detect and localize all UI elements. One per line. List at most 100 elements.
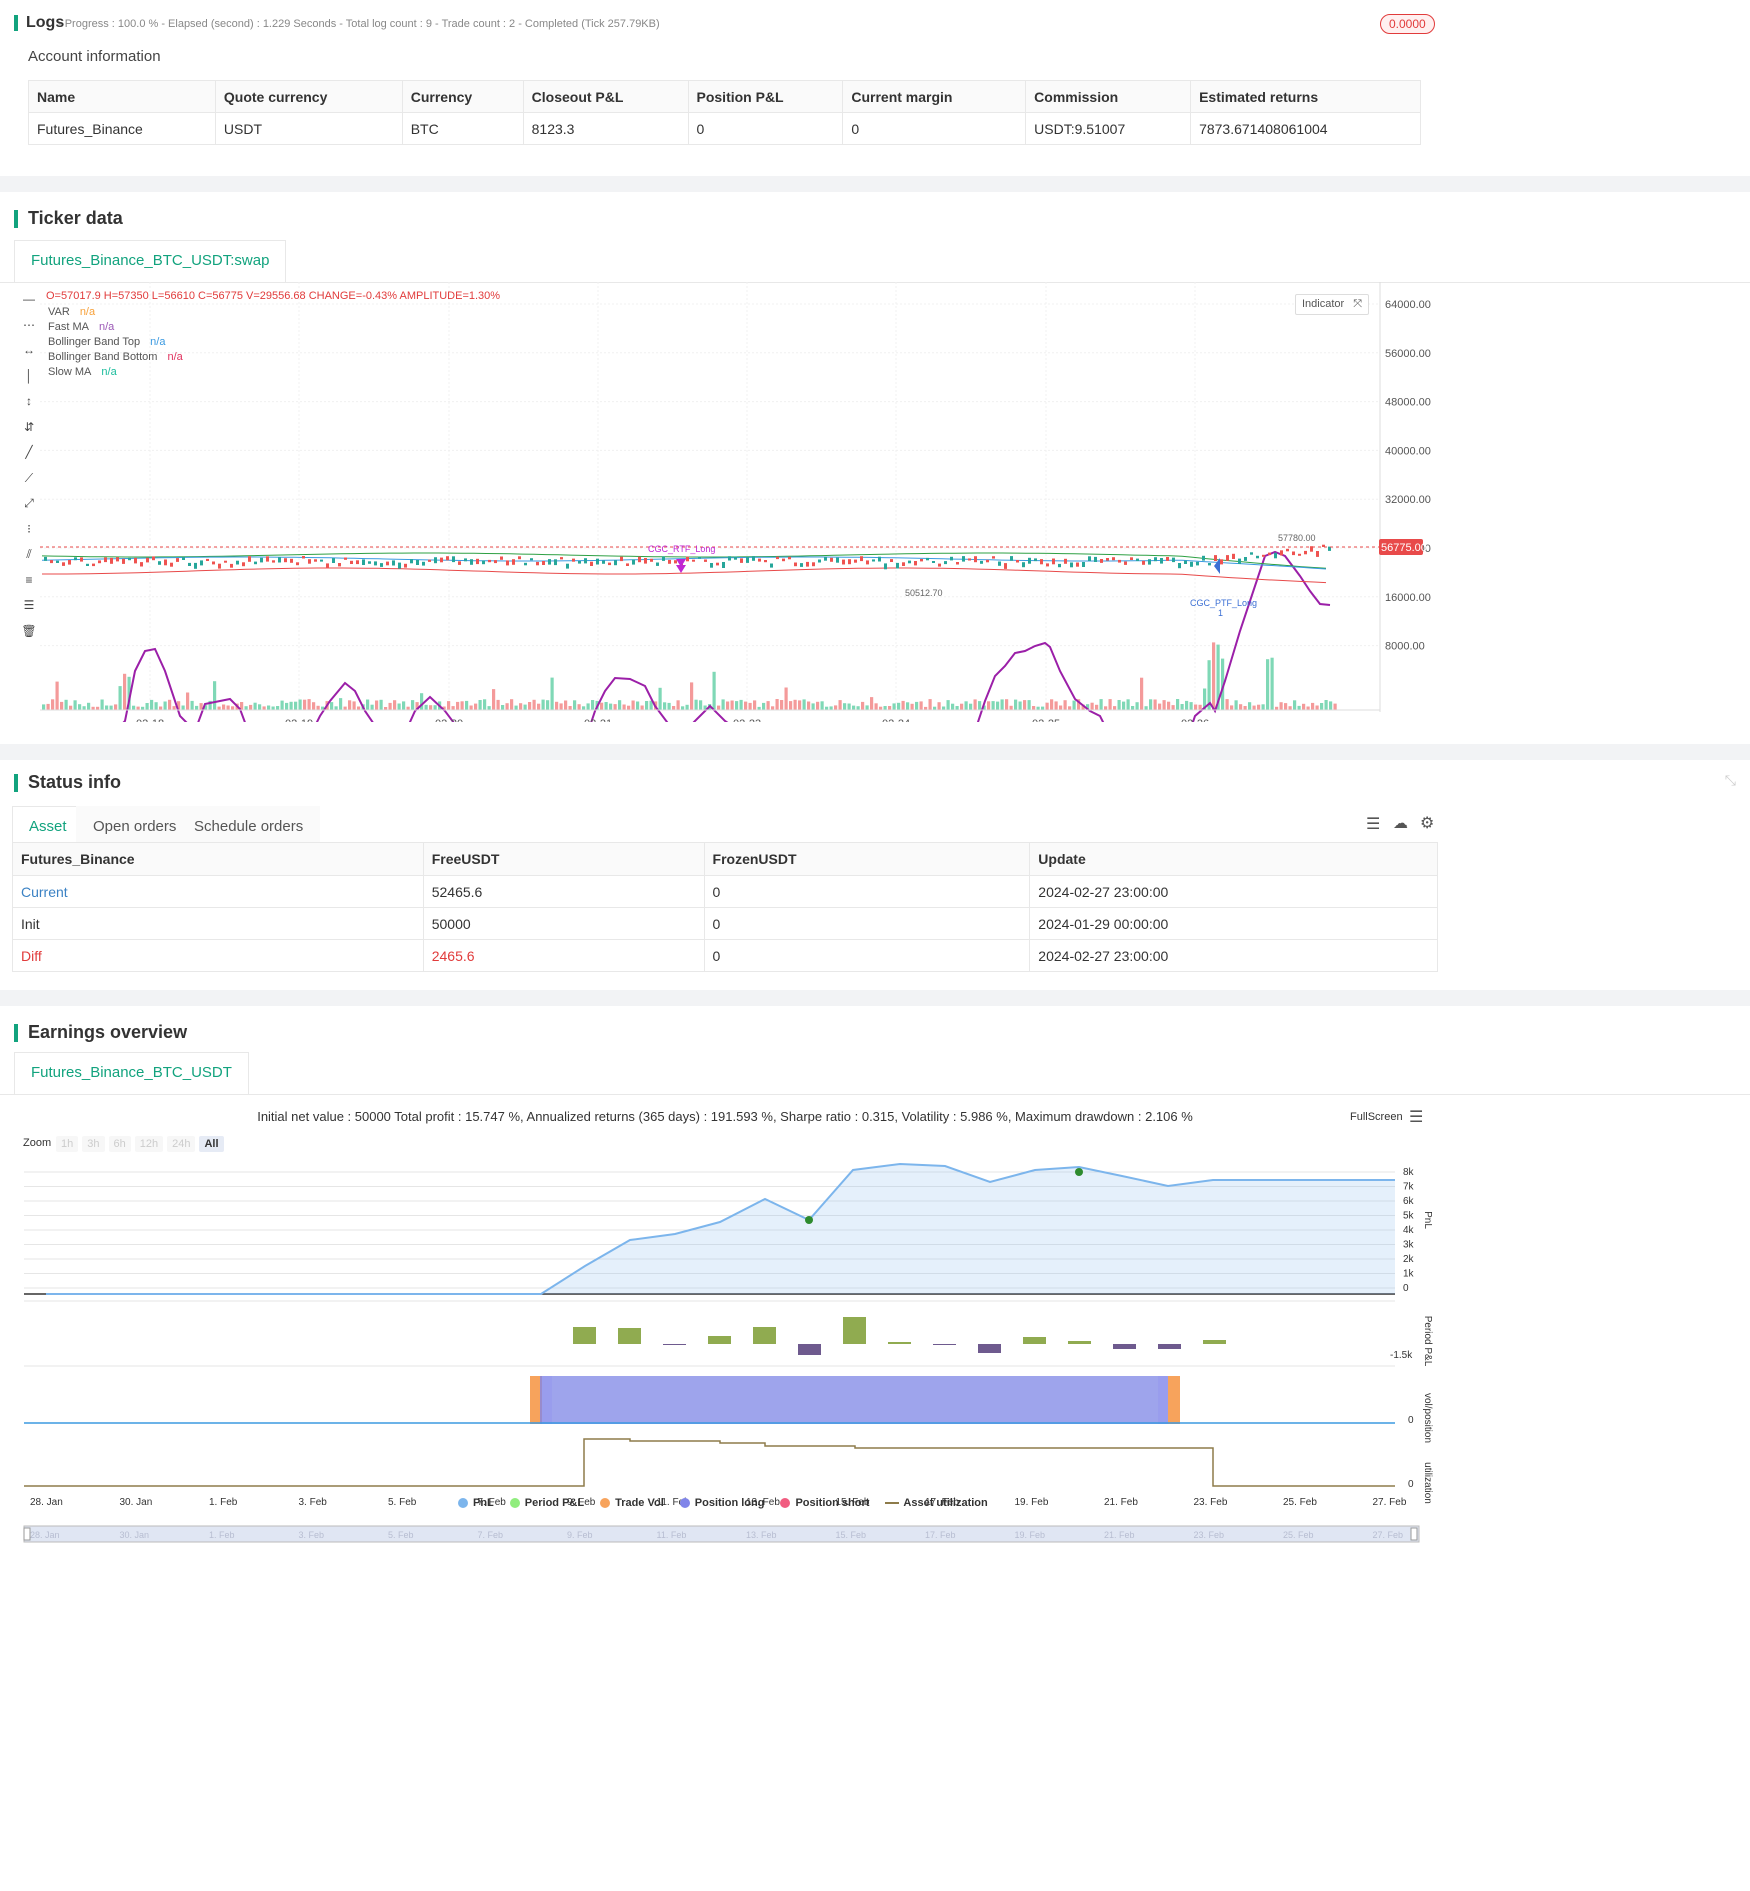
asset-cell: 0 [703,939,1031,972]
indicator-button[interactable]: Indicator ⤧ [1295,294,1370,315]
legend-item: Slow MA n/a [48,366,117,378]
legend-item[interactable]: Position short [780,1497,869,1509]
pnl-axis-label: 3k [1403,1240,1415,1251]
account-cell: 0 [687,112,844,145]
asset-cell: 2465.6 [422,939,705,972]
earnings-tab[interactable]: Futures_Binance_BTC_USDT [14,1052,249,1094]
date-axis-label: 19. Feb [1015,1497,1049,1508]
axis-title: PnL [1422,1211,1433,1229]
navigator-range [23,1525,1420,1543]
asset-cell: 50000 [422,907,705,940]
gear-icon[interactable]: ⚙ [1420,813,1434,833]
time-axis-label: 02-19 [285,718,313,722]
zoom-button-3h[interactable]: 3h [82,1136,105,1152]
legend-item: Fast MA n/a [48,321,115,333]
account-cell: USDT:9.51007 [1025,112,1192,145]
trade-annotation-short: CGC_RTF_Long [648,544,715,554]
asset-cell: Init [12,907,424,940]
date-axis-label: 1. Feb [209,1497,238,1508]
date-axis-label: 25. Feb [1283,1497,1317,1508]
account-header: Name [28,80,216,113]
low-annotation: 50512.70 [905,588,943,598]
pnl-badge: 0.0000 [1380,14,1435,34]
logs-meta: - Progress : 100.0 % - Elapsed (second) … [58,18,660,30]
asset-cell: 2024-02-27 23:00:00 [1029,939,1438,972]
earnings-summary: Initial net value : 50000 Total profit :… [257,1109,1193,1124]
earnings-chart: 8k 7k 6k 5k 4k 3k 2k 1k 0 -1.5k 0 0 PnL Period P&… [23,1162,1433,1543]
pnl-axis-label: 6k [1403,1196,1415,1207]
date-axis-label: 23. Feb [1194,1497,1228,1508]
pnl-axis-label: 5k [1403,1211,1415,1222]
asset-header: Update [1029,842,1438,876]
trade-annotation-long: CGC_PTF_Long [1190,598,1257,608]
account-table: Name Quote currency Currency Closeout P&L Po… [28,80,1421,145]
account-header: Estimated returns [1190,80,1421,113]
indicator-legend: VAR n/a Fast MA n/a Bollinger Band Top n/a Bol… [48,305,183,380]
date-axis-label: 28. Jan [30,1497,63,1508]
earnings-section: Earnings overview Futures_Binance_BTC_US… [0,1006,1750,1891]
account-cell: 8123.3 [522,112,689,145]
asset-table: Futures_Binance FreeUSDT FrozenUSDT Update … [12,842,1438,972]
legend-item: VAR n/a [48,306,96,318]
zoom-button-24h[interactable]: 24h [167,1136,196,1152]
fullscreen-button[interactable]: FullScreen [1350,1111,1403,1123]
asset-cell: 2024-02-27 23:00:00 [1029,875,1438,908]
zoom-button-12h[interactable]: 12h [134,1136,164,1152]
pnl-axis-label: 0 [1403,1283,1409,1294]
time-axis-label: 02-18 [136,718,164,722]
asset-cell: 52465.6 [422,875,705,908]
util-zero-label: 0 [1408,1479,1414,1490]
pnl-axis-label: 8k [1403,1167,1415,1178]
legend-item[interactable]: Period P&L [509,1497,584,1509]
price-axis-label: 8000.00 [1385,641,1425,653]
sell-marker [676,559,686,573]
ohlc-readout: O=57017.9 H=57350 L=56610 C=56775 V=2955… [46,290,501,302]
legend-item[interactable]: PnL [458,1497,494,1509]
asset-cell: 0 [703,907,1031,940]
price-axis-label: 32000.00 [1385,494,1431,506]
time-axis-label: 02-24 [882,718,910,722]
account-cell: Futures_Binance [28,112,216,145]
ticker-title: Ticker data [14,208,123,229]
asset-header: Futures_Binance [12,842,424,876]
trade-vol-bar-close [1168,1376,1180,1424]
account-header: Closeout P&L [522,80,689,113]
ticker-tab[interactable]: Futures_Binance_BTC_USDT:swap [14,240,287,282]
pnl-marker-high [1075,1168,1083,1176]
account-header: Quote currency [214,80,403,113]
legend-item[interactable]: Asset utilization [885,1497,988,1509]
account-title: Account information [28,48,161,65]
zoom-buttons: 1h 3h 6h 12h 24h All [56,1134,228,1152]
chart-menu-icon[interactable]: ☰ [1409,1107,1423,1127]
collapse-icon[interactable]: ⤡ [1725,772,1736,789]
asset-cell: Diff [12,939,424,972]
asset-cell: Current [12,875,424,908]
pnl-marker-low [805,1216,813,1224]
zoom-button-1h[interactable]: 1h [56,1136,79,1152]
account-cell: BTC [401,112,524,145]
price-axis-label: 16000.00 [1385,592,1431,604]
account-cell: 7873.671408061004 [1190,112,1421,145]
time-axis-label: 02-25 [1032,718,1060,722]
legend-item: Bollinger Band Top n/a [48,336,166,348]
var-line [122,550,1331,722]
account-cell: 0 [842,112,1027,145]
bollinger-bottom-line [42,567,1327,584]
account-cell: USDT [214,112,403,145]
pnl-axis-label: 1k [1403,1269,1415,1280]
price-tag-text: 56775.00 [1381,542,1427,554]
asset-cell: 0 [703,875,1031,908]
ticker-section: Ticker data Futures_Binance_BTC_USDT:swa… [0,192,1750,744]
asset-header: FrozenUSDT [703,842,1031,876]
price-axis-label: 56000.00 [1385,348,1431,360]
pnl-axis-label: 7k [1403,1182,1415,1193]
expand-icon[interactable]: ⤧ [1353,298,1362,310]
account-header: Current margin [842,80,1027,113]
zoom-button-All[interactable]: All [199,1136,224,1152]
date-axis-label: 27. Feb [1373,1497,1407,1508]
legend-item[interactable]: Position long [679,1497,764,1509]
legend-item[interactable]: Trade Vol [600,1497,664,1509]
cloud-download-icon[interactable]: ☁ [1393,814,1408,832]
menu-icon[interactable]: ☰ [1366,814,1380,834]
zoom-button-6h[interactable]: 6h [108,1136,131,1152]
